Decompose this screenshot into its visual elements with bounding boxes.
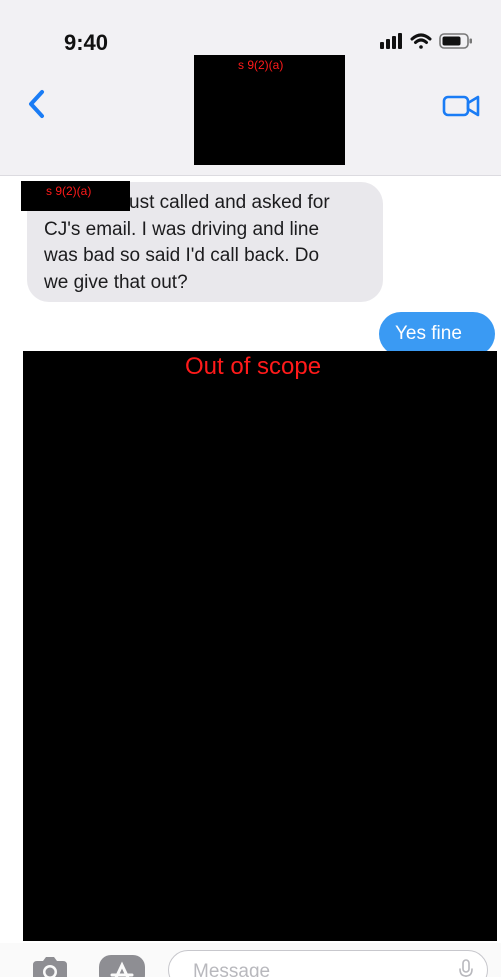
- app-store-button[interactable]: [97, 953, 147, 977]
- out-of-scope-label: Out of scope: [185, 353, 322, 380]
- signal-bars-icon: [380, 33, 402, 49]
- battery-icon: [439, 33, 472, 49]
- back-button[interactable]: [22, 86, 58, 122]
- sender-redaction: s 9(2)(a): [21, 181, 130, 211]
- outgoing-message-text: Yes fine: [395, 323, 462, 344]
- message-input-field[interactable]: [168, 950, 488, 977]
- status-icons: [380, 30, 490, 52]
- message-input[interactable]: [191, 957, 435, 977]
- out-of-scope-redaction: Out of scope: [23, 351, 497, 941]
- messages-screen: 9:40 s 9(2)(a) ust called and asked for …: [0, 0, 501, 977]
- camera-button[interactable]: [30, 955, 70, 977]
- app-store-icon: [99, 955, 145, 977]
- status-time: 9:40: [64, 30, 109, 55]
- chevron-left-icon: [29, 90, 44, 118]
- contact-redaction: s 9(2)(a): [194, 55, 345, 165]
- wifi-icon: [410, 33, 432, 49]
- message-line: was bad so said I'd call back. Do: [44, 245, 320, 266]
- microphone-icon[interactable]: [458, 959, 474, 977]
- video-camera-icon: [442, 95, 480, 117]
- camera-icon: [33, 957, 67, 977]
- message-line: CJ's email. I was driving and line: [44, 218, 320, 240]
- contact-redaction-label: s 9(2)(a): [238, 58, 284, 72]
- outgoing-message-bubble: Yes fine: [379, 312, 495, 356]
- sender-redaction-label: s 9(2)(a): [46, 184, 92, 198]
- message-line: we give that out?: [44, 271, 188, 293]
- facetime-video-button[interactable]: [440, 92, 482, 120]
